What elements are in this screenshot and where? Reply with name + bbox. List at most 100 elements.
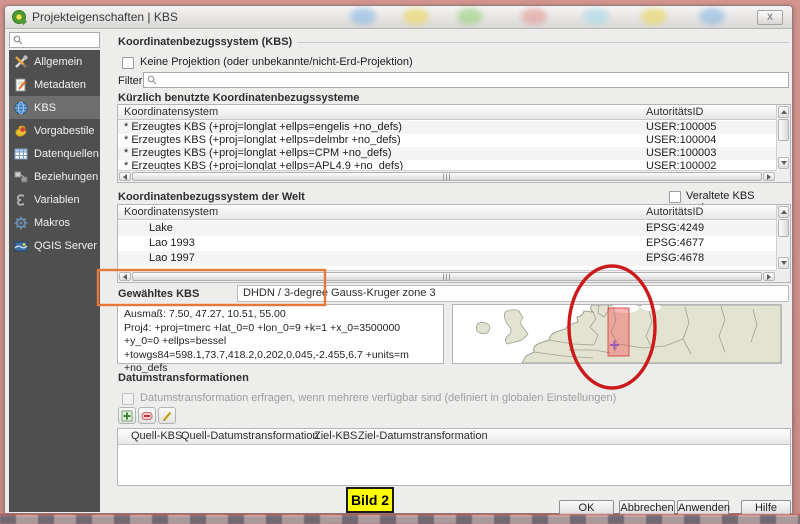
column-header-quell-datumstransformation: Quell-Datumstransformation bbox=[181, 430, 319, 443]
ask-datum-transform-label: Datumstransformation erfragen, wenn mehr… bbox=[140, 392, 616, 404]
recent-crs-table: Koordinatensystem AutoritätsID * Erzeugt… bbox=[117, 104, 791, 183]
scroll-down-icon[interactable] bbox=[778, 257, 789, 269]
table-row[interactable]: Lake EPSG:4249 bbox=[118, 221, 776, 236]
no-projection-label: Keine Projektion (oder unbekannte/nicht-… bbox=[140, 56, 413, 68]
server-map-icon bbox=[13, 238, 29, 254]
table-row[interactable]: * Erzeugtes KBS (+proj=longlat +ellps=CP… bbox=[118, 147, 776, 160]
column-header-ziel-datumstransformation: Ziel-Datumstransformation bbox=[358, 430, 488, 443]
sidebar-item-qgis-server[interactable]: QGIS Server bbox=[9, 234, 100, 257]
datum-transforms-table-header: Quell-KBS Quell-Datumstransformation Zie… bbox=[118, 429, 790, 445]
table-icon bbox=[13, 146, 29, 162]
sidebar-item-label: Beziehungen bbox=[34, 171, 98, 183]
sidebar-item-label: Variablen bbox=[34, 194, 80, 206]
column-header-autoritaetsid[interactable]: AutoritätsID bbox=[646, 206, 703, 219]
selected-crs-value: DHDN / 3-degree Gauss-Kruger zone 3 bbox=[237, 285, 789, 302]
title-bar: Projekteigenschaften | KBS X bbox=[5, 6, 792, 29]
glass-blur-decoration bbox=[699, 8, 725, 25]
vertical-scrollbar[interactable] bbox=[776, 105, 790, 170]
scrollbar-thumb[interactable] bbox=[778, 219, 789, 237]
search-icon bbox=[13, 35, 23, 45]
recent-crs-table-header[interactable]: Koordinatensystem AutoritätsID bbox=[118, 105, 790, 120]
column-header-quell-kbs: Quell-KBS bbox=[131, 430, 182, 443]
sidebar-search-input[interactable] bbox=[9, 32, 100, 48]
filter-input[interactable] bbox=[143, 72, 789, 88]
recent-crs-title: Kürzlich benutzte Koordinatenbezugssyste… bbox=[118, 92, 359, 104]
glass-blur-decoration bbox=[521, 8, 547, 25]
crs-details-box: Ausmaß: 7.50, 47.27, 10.51, 55.00 Proj4:… bbox=[117, 304, 444, 364]
glass-blur-decoration bbox=[350, 8, 376, 25]
sidebar-item-label: Allgemein bbox=[34, 56, 82, 68]
crs-extent: Ausmaß: 7.50, 47.27, 10.51, 55.00 bbox=[124, 308, 437, 322]
sidebar-item-allgemein[interactable]: Allgemein bbox=[9, 50, 100, 73]
horizontal-scrollbar[interactable] bbox=[118, 170, 776, 182]
sidebar-item-variablen[interactable]: Variablen bbox=[9, 188, 100, 211]
horizontal-scrollbar[interactable] bbox=[118, 270, 776, 282]
scrollbar-thumb[interactable] bbox=[132, 272, 762, 281]
background-statusbar bbox=[0, 514, 800, 524]
selected-crs-label: Gewähltes KBS bbox=[118, 288, 199, 300]
group-title-line bbox=[297, 42, 789, 43]
ask-datum-transform-checkbox[interactable] bbox=[122, 393, 134, 405]
qgis-logo-icon bbox=[12, 10, 26, 24]
sidebar-item-label: Makros bbox=[34, 217, 70, 229]
sidebar-item-datenquellen[interactable]: Datenquellen bbox=[9, 142, 100, 165]
crs-map-preview bbox=[452, 304, 782, 364]
group-title: Koordinatenbezugssystem (KBS) bbox=[118, 36, 292, 48]
table-row[interactable]: * Erzeugtes KBS (+proj=longlat +ellps=en… bbox=[118, 121, 776, 134]
edit-transform-button[interactable] bbox=[158, 407, 176, 424]
sidebar-item-metadaten[interactable]: Metadaten bbox=[9, 73, 100, 96]
column-header-koordinatensystem[interactable]: Koordinatensystem bbox=[124, 106, 218, 119]
sidebar-item-makros[interactable]: Makros bbox=[9, 211, 100, 234]
document-pencil-icon bbox=[13, 77, 29, 93]
sidebar-item-kbs[interactable]: KBS bbox=[9, 96, 100, 119]
remove-transform-button[interactable] bbox=[138, 407, 156, 424]
filter-label: Filter bbox=[118, 75, 142, 87]
sidebar-item-label: Datenquellen bbox=[34, 148, 99, 160]
settings-sidebar: Allgemein Metadaten KBS Vorgabestile Dat… bbox=[9, 50, 100, 512]
gear-icon bbox=[13, 215, 29, 231]
scrollbar-corner bbox=[776, 270, 790, 282]
sidebar-item-label: QGIS Server bbox=[34, 240, 97, 252]
scroll-down-icon[interactable] bbox=[778, 157, 789, 169]
pencil-icon bbox=[161, 410, 173, 422]
crs-settings-panel: Koordinatenbezugssystem (KBS) Keine Proj… bbox=[102, 34, 794, 509]
world-crs-table-header[interactable]: Koordinatensystem AutoritätsID bbox=[118, 205, 790, 220]
tools-icon bbox=[13, 54, 29, 70]
sidebar-item-vorgabestile[interactable]: Vorgabestile bbox=[9, 119, 100, 142]
table-row[interactable]: Lao 1997 EPSG:4678 bbox=[118, 251, 776, 266]
sidebar-item-beziehungen[interactable]: Beziehungen bbox=[9, 165, 100, 188]
sidebar-item-label: KBS bbox=[34, 102, 56, 114]
glass-blur-decoration bbox=[583, 8, 609, 25]
table-row[interactable]: Lao 1993 EPSG:4677 bbox=[118, 236, 776, 251]
close-icon[interactable]: X bbox=[757, 10, 783, 25]
minus-icon bbox=[141, 410, 153, 422]
scroll-left-icon[interactable] bbox=[119, 272, 131, 281]
plus-icon bbox=[121, 410, 133, 422]
globe-icon bbox=[13, 100, 29, 116]
datum-transforms-title: Datumstransformationen bbox=[118, 372, 249, 384]
glass-blur-decoration bbox=[641, 8, 667, 25]
scroll-up-icon[interactable] bbox=[778, 206, 789, 218]
table-row[interactable]: * Erzeugtes KBS (+proj=longlat +ellps=de… bbox=[118, 134, 776, 147]
add-transform-button[interactable] bbox=[118, 407, 136, 424]
scroll-right-icon[interactable] bbox=[763, 172, 775, 181]
window-title: Projekteigenschaften | KBS bbox=[32, 6, 178, 29]
paint-icon bbox=[13, 123, 29, 139]
scroll-up-icon[interactable] bbox=[778, 106, 789, 118]
search-icon bbox=[147, 75, 157, 85]
column-header-koordinatensystem[interactable]: Koordinatensystem bbox=[124, 206, 218, 219]
vertical-scrollbar[interactable] bbox=[776, 205, 790, 270]
column-header-ziel-kbs: Ziel-KBS bbox=[314, 430, 357, 443]
world-crs-title: Koordinatenbezugssystem der Welt bbox=[118, 191, 305, 203]
hide-deprecated-checkbox[interactable] bbox=[669, 191, 681, 203]
scroll-left-icon[interactable] bbox=[119, 172, 131, 181]
sidebar-item-label: Vorgabestile bbox=[34, 125, 95, 137]
scrollbar-thumb[interactable] bbox=[778, 119, 789, 141]
no-projection-checkbox[interactable] bbox=[122, 57, 134, 69]
scrollbar-thumb[interactable] bbox=[132, 172, 762, 181]
epsilon-icon bbox=[13, 192, 29, 208]
scroll-right-icon[interactable] bbox=[763, 272, 775, 281]
column-header-autoritaetsid[interactable]: AutoritätsID bbox=[646, 106, 703, 119]
glass-blur-decoration bbox=[457, 8, 483, 25]
scrollbar-corner bbox=[776, 170, 790, 182]
